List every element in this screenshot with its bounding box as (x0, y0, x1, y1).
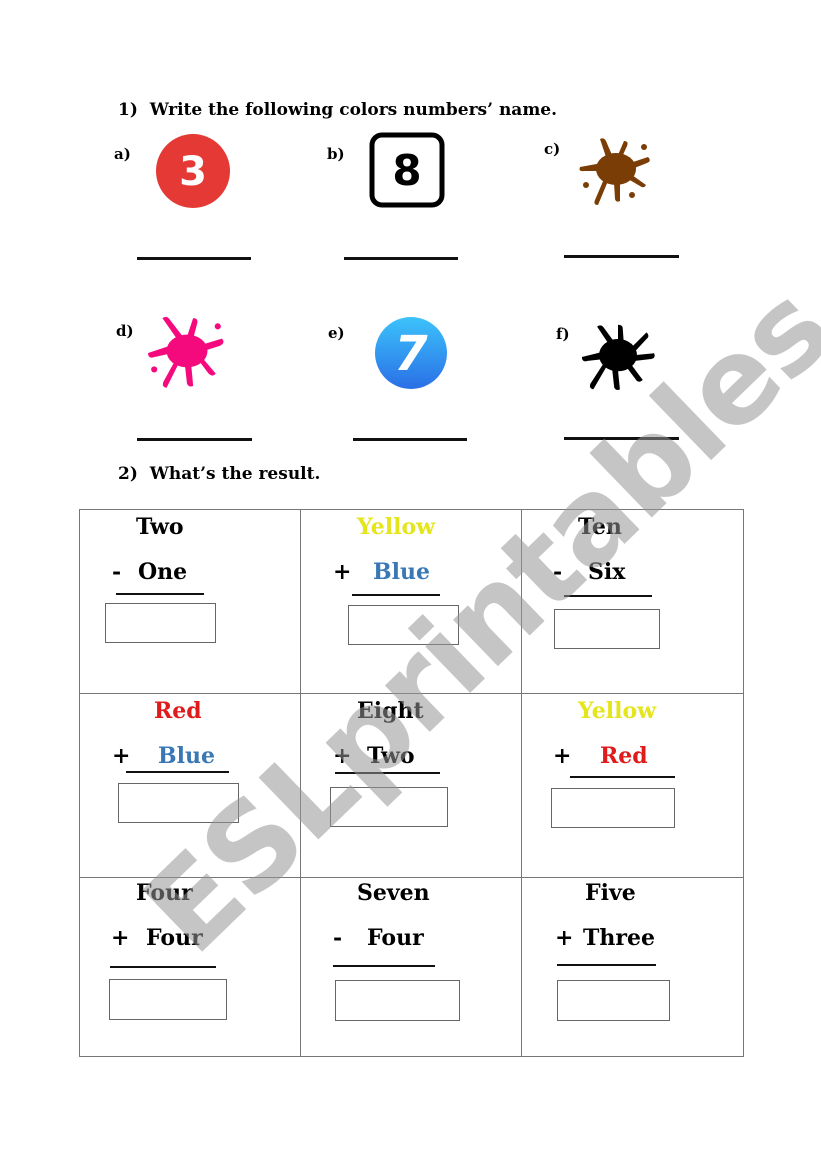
sum-line (333, 965, 435, 967)
problem-cell-2: Yellow + Blue (301, 510, 522, 694)
answer-box-2[interactable] (348, 605, 459, 645)
problem-cell-3: Ten - Six (522, 510, 744, 694)
problem-bottom-word: One (138, 559, 188, 585)
problem-bottom-word: Blue (158, 743, 215, 769)
operator-plus: + (111, 925, 130, 951)
item-c-label: c) (544, 140, 561, 158)
sum-line (352, 594, 440, 596)
problem-top-word: Five (585, 880, 636, 906)
problem-cell-5: Eight + Two (301, 694, 522, 878)
operator-minus: - (553, 559, 563, 585)
problem-bottom-word: Two (367, 743, 415, 769)
operator-plus: + (333, 743, 352, 769)
operator-plus: + (553, 743, 572, 769)
operator-plus: + (112, 743, 131, 769)
answer-line-a[interactable] (137, 257, 251, 260)
answer-box-6[interactable] (551, 788, 675, 828)
sum-line (110, 966, 216, 968)
number-3-red-circle-icon: 3 (156, 134, 230, 208)
problem-bottom-word: Red (600, 743, 648, 769)
item-a-label: a) (114, 145, 131, 163)
brown-paint-splash-icon (579, 138, 650, 205)
problem-bottom-word: Six (588, 559, 626, 585)
answer-box-5[interactable] (330, 787, 448, 827)
black-paint-splash-icon (581, 324, 655, 390)
answer-box-1[interactable] (105, 603, 216, 643)
problem-bottom-word: Four (146, 925, 203, 951)
sum-line (557, 964, 656, 966)
answer-box-4[interactable] (118, 783, 239, 823)
answer-line-d[interactable] (137, 438, 252, 441)
answer-line-c[interactable] (564, 255, 679, 258)
section-2-heading: 2) What’s the result. (118, 464, 320, 484)
operator-minus: - (333, 925, 343, 951)
problem-cell-1: Two - One (80, 510, 301, 694)
problem-top-word: Four (136, 880, 193, 906)
sum-line (116, 593, 204, 595)
answer-box-9[interactable] (557, 980, 670, 1021)
answer-box-7[interactable] (109, 979, 227, 1020)
problem-bottom-word: Three (583, 925, 655, 951)
problem-cell-9: Five + Three (522, 878, 744, 1057)
problem-top-word: Yellow (357, 514, 436, 540)
answer-box-3[interactable] (554, 609, 660, 649)
item-e-label: e) (328, 324, 345, 342)
svg-text:7: 7 (394, 326, 428, 382)
section-1-heading: 1) Write the following colors numbers’ n… (118, 100, 557, 120)
problem-cell-7: Four + Four (80, 878, 301, 1057)
section-2-title: What’s the result. (149, 464, 321, 484)
problem-cell-4: Red + Blue (80, 694, 301, 878)
problem-top-word: Seven (357, 880, 430, 906)
sum-line (126, 771, 229, 773)
sum-line (570, 776, 675, 778)
section-2-number: 2) (118, 464, 138, 484)
answer-box-8[interactable] (335, 980, 460, 1021)
problem-bottom-word: Four (367, 925, 424, 951)
item-b-label: b) (327, 145, 345, 163)
problem-cell-6: Yellow + Red (522, 694, 744, 878)
sum-line (564, 595, 652, 597)
operator-minus: - (112, 559, 122, 585)
pink-paint-splash-icon (148, 316, 224, 388)
sum-line (335, 772, 440, 774)
answer-line-f[interactable] (564, 437, 679, 440)
operator-plus: + (555, 925, 574, 951)
number-7-blue-circle-icon: 7 (375, 317, 447, 389)
answer-line-e[interactable] (353, 438, 467, 441)
problem-bottom-word: Blue (373, 559, 430, 585)
item-f-label: f) (556, 325, 570, 343)
problems-table: Two - One Yellow + Blue Ten - Six Red + … (79, 509, 744, 1057)
problem-cell-8: Seven - Four (301, 878, 522, 1057)
answer-line-b[interactable] (344, 257, 458, 260)
number-8-square-icon: 8 (369, 132, 445, 208)
problem-top-word: Yellow (578, 698, 657, 724)
item-d-label: d) (116, 322, 134, 340)
problem-top-word: Eight (357, 698, 424, 724)
section-1-title: Write the following colors numbers’ name… (149, 100, 558, 120)
svg-text:8: 8 (392, 146, 421, 195)
section-1-number: 1) (118, 100, 138, 120)
problem-top-word: Red (154, 698, 202, 724)
problem-top-word: Ten (578, 514, 622, 540)
svg-text:3: 3 (179, 149, 207, 195)
problem-top-word: Two (136, 514, 184, 540)
operator-plus: + (333, 559, 352, 585)
